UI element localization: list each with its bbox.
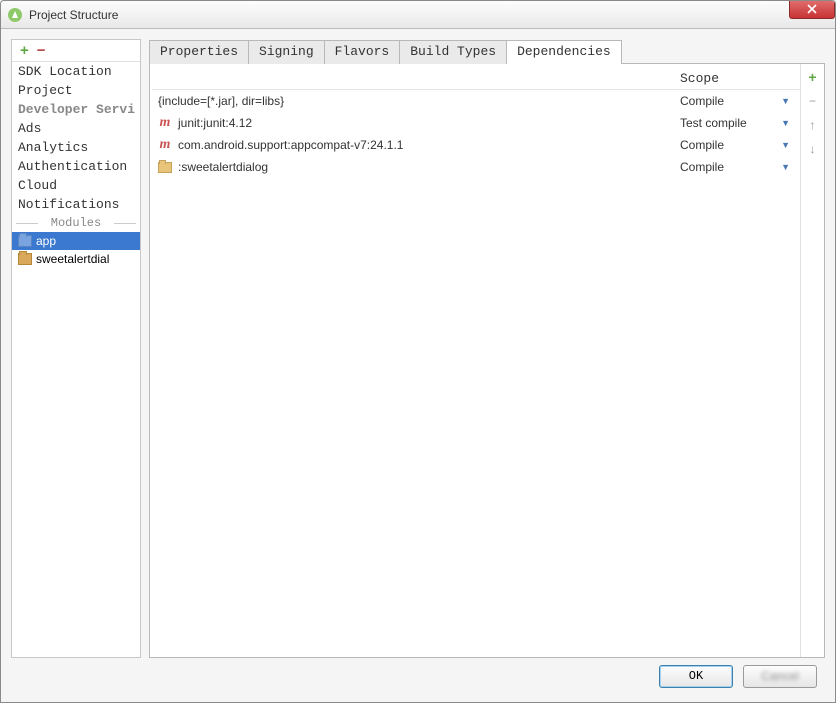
folder-icon [18, 235, 32, 247]
dependency-scope-dropdown[interactable]: Compile ▼ [680, 94, 800, 108]
maven-icon: m [158, 137, 172, 153]
module-label: sweetalertdial [36, 252, 109, 266]
dependency-row[interactable]: mcom.android.support:appcompat-v7:24.1.1… [152, 134, 800, 156]
sidebar-item[interactable]: Notifications [12, 195, 140, 214]
sidebar: + − SDK LocationProjectDeveloper ServiAd… [11, 39, 141, 658]
sidebar-item[interactable]: Ads [12, 119, 140, 138]
sidebar-toolbar: + − [12, 40, 140, 62]
app-icon [7, 7, 23, 23]
window-controls [788, 0, 835, 19]
tab-signing[interactable]: Signing [248, 40, 325, 64]
close-button[interactable] [789, 0, 835, 19]
deps-header: Scope [152, 68, 800, 90]
window-title: Project Structure [29, 8, 118, 22]
module-label: app [36, 234, 56, 248]
cancel-button[interactable]: Cancel [743, 665, 817, 688]
move-up-icon[interactable]: ↑ [804, 116, 822, 134]
dependency-name: {include=[*.jar], dir=libs} [152, 94, 680, 108]
sidebar-item[interactable]: Cloud [12, 176, 140, 195]
scope-value: Compile [680, 160, 724, 174]
chevron-down-icon: ▼ [781, 96, 790, 106]
module-item[interactable]: sweetalertdial [12, 250, 140, 268]
deps-side-actions: + − ↑ ↓ [800, 64, 824, 657]
deps-rows: {include=[*.jar], dir=libs}Compile▼mjuni… [152, 90, 800, 653]
folder-icon [158, 162, 172, 173]
footer: OK Cancel [11, 658, 825, 694]
content-row: + − SDK LocationProjectDeveloper ServiAd… [11, 39, 825, 658]
scope-value: Compile [680, 94, 724, 108]
titlebar: Project Structure [1, 1, 835, 29]
scope-value: Compile [680, 138, 724, 152]
dependency-scope-dropdown[interactable]: Compile ▼ [680, 138, 800, 152]
col-scope-header: Scope [680, 71, 800, 86]
sidebar-item[interactable]: Project [12, 81, 140, 100]
dialog-body: + − SDK LocationProjectDeveloper ServiAd… [1, 29, 835, 702]
tab-properties[interactable]: Properties [149, 40, 249, 64]
dependency-row[interactable]: :sweetalertdialogCompile ▼ [152, 156, 800, 178]
sidebar-section-modules: Modules [12, 214, 140, 232]
ok-button[interactable]: OK [659, 665, 733, 688]
dependency-name: mjunit:junit:4.12 [152, 115, 680, 131]
add-module-icon[interactable]: + [20, 43, 29, 58]
dependency-name: mcom.android.support:appcompat-v7:24.1.1 [152, 137, 680, 153]
tab-build-types[interactable]: Build Types [399, 40, 507, 64]
maven-icon: m [158, 115, 172, 131]
remove-dependency-icon[interactable]: − [804, 92, 822, 110]
remove-module-icon[interactable]: − [37, 43, 46, 58]
sidebar-item[interactable]: Authentication [12, 157, 140, 176]
sidebar-item: Developer Servi [12, 100, 140, 119]
dependency-row[interactable]: {include=[*.jar], dir=libs}Compile ▼ [152, 90, 800, 112]
chevron-down-icon: ▼ [781, 162, 790, 172]
dependency-name: :sweetalertdialog [152, 160, 680, 174]
sidebar-item[interactable]: Analytics [12, 138, 140, 157]
tab-dependencies[interactable]: Dependencies [506, 40, 622, 64]
sidebar-list: SDK LocationProjectDeveloper ServiAdsAna… [12, 62, 140, 657]
move-down-icon[interactable]: ↓ [804, 140, 822, 158]
chevron-down-icon: ▼ [781, 140, 790, 150]
sidebar-item[interactable]: SDK Location [12, 62, 140, 81]
main-panel: PropertiesSigningFlavorsBuild TypesDepen… [149, 39, 825, 658]
folder-icon [18, 253, 32, 265]
dialog-window: Project Structure + − SDK LocationProjec… [0, 0, 836, 703]
dependencies-panel: Scope {include=[*.jar], dir=libs}Compile… [149, 63, 825, 658]
tab-flavors[interactable]: Flavors [324, 40, 401, 64]
tab-bar: PropertiesSigningFlavorsBuild TypesDepen… [149, 39, 825, 63]
dependency-row[interactable]: mjunit:junit:4.12Test compile ▼ [152, 112, 800, 134]
add-dependency-icon[interactable]: + [804, 68, 822, 86]
dependencies-area: Scope {include=[*.jar], dir=libs}Compile… [150, 64, 800, 657]
chevron-down-icon: ▼ [781, 118, 790, 128]
dependency-scope-dropdown[interactable]: Compile ▼ [680, 160, 800, 174]
dependency-scope-dropdown[interactable]: Test compile ▼ [680, 116, 800, 130]
scope-value: Test compile [680, 116, 747, 130]
module-item[interactable]: app [12, 232, 140, 250]
